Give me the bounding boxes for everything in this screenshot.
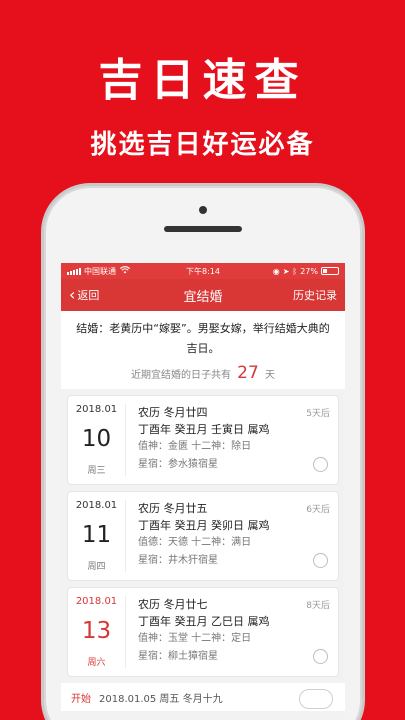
ganzhi-line: 丁酉年 癸丑月 乙巳日 属鸡 [138,615,270,628]
day-list: 2018.01 10 周三 农历 冬月廿四 丁酉年 癸丑月 壬寅日 属鸡 值神：… [61,395,345,677]
date-weekday: 周三 [87,466,106,476]
date-column: 2018.01 11 周四 [68,500,126,572]
speaker-slot [164,226,242,232]
date-day: 13 [81,618,112,644]
chevron-left-icon: ‹ [69,285,76,304]
app-screen: 中国联通 下午8:14 ◉ ➤ ᛒ 27% ‹ 返回 宜结婚 历史记录 结婚：老… [61,263,345,720]
date-year-month: 2018.01 [75,404,118,415]
date-day: 11 [81,522,112,548]
date-column: 2018.01 13 周六 [68,596,126,668]
date-day: 10 [81,426,112,452]
day-card[interactable]: 2018.01 11 周四 农历 冬月廿五 丁酉年 癸丑月 癸卯日 属鸡 值德：… [67,491,339,581]
good-day-count: 27 [237,363,259,383]
date-year-month: 2018.01 [75,596,118,607]
date-year-month: 2018.01 [75,500,118,511]
summary-prefix: 近期宜结婚的日子共有 [130,370,231,381]
intro-panel: 结婚：老黄历中“嫁娶”。男娶女嫁，举行结婚大典的吉日。 近期宜结婚的日子共有 2… [61,311,345,389]
ganzhi-line: 丁酉年 癸丑月 壬寅日 属鸡 [138,423,270,436]
phone-frame: 中国联通 下午8:14 ◉ ➤ ᛒ 27% ‹ 返回 宜结婚 历史记录 结婚：老… [44,186,362,720]
select-radio[interactable] [313,553,328,568]
duty-line: 值神：金匮 十二神：除日 [138,441,252,452]
start-label: 开始 [71,693,91,705]
battery-icon [321,267,339,275]
day-card[interactable]: 2018.01 10 周三 农历 冬月廿四 丁酉年 癸丑月 壬寅日 属鸡 值神：… [67,395,339,485]
status-bar: 中国联通 下午8:14 ◉ ➤ ᛒ 27% [61,263,345,279]
back-button[interactable]: ‹ 返回 [69,287,99,303]
date-weekday: 周四 [87,562,106,572]
reminder-toggle[interactable] [299,689,333,709]
camera-dot [199,206,207,214]
select-radio[interactable] [313,457,328,472]
star-line: 星宿：柳土獐宿星 [138,651,218,662]
nav-bar: ‹ 返回 宜结婚 历史记录 [61,279,345,311]
duty-line: 值神：玉堂 十二神：定日 [138,633,252,644]
start-date-row[interactable]: 开始 2018.01.05 周五 冬月十九 [61,683,345,711]
status-time: 下午8:14 [186,266,220,276]
history-button[interactable]: 历史记录 [293,287,337,303]
day-card[interactable]: 2018.01 13 周六 农历 冬月廿七 丁酉年 癸丑月 乙巳日 属鸡 值神：… [67,587,339,677]
date-weekday: 周六 [87,658,106,668]
start-date-value: 2018.01.05 周五 冬月十九 [99,693,223,705]
star-line: 星宿：井木犴宿星 [138,555,218,566]
promo-subtitle: 挑选吉日好运必备 [90,130,315,160]
days-later: 6天后 [306,505,330,515]
back-label: 返回 [77,289,100,302]
select-radio[interactable] [313,649,328,664]
days-later: 8天后 [306,601,330,611]
promo-title: 吉日速查 [98,55,307,106]
summary-suffix: 天 [265,370,275,381]
date-column: 2018.01 10 周三 [68,404,126,476]
intro-summary: 近期宜结婚的日子共有 27 天 [71,363,335,383]
ganzhi-line: 丁酉年 癸丑月 癸卯日 属鸡 [138,519,270,532]
star-line: 星宿：参水猿宿星 [138,459,218,470]
duty-line: 值德：天德 十二神：满日 [138,537,252,548]
intro-description: 结婚：老黄历中“嫁娶”。男娶女嫁，举行结婚大典的吉日。 [76,322,330,355]
days-later: 5天后 [306,409,330,419]
